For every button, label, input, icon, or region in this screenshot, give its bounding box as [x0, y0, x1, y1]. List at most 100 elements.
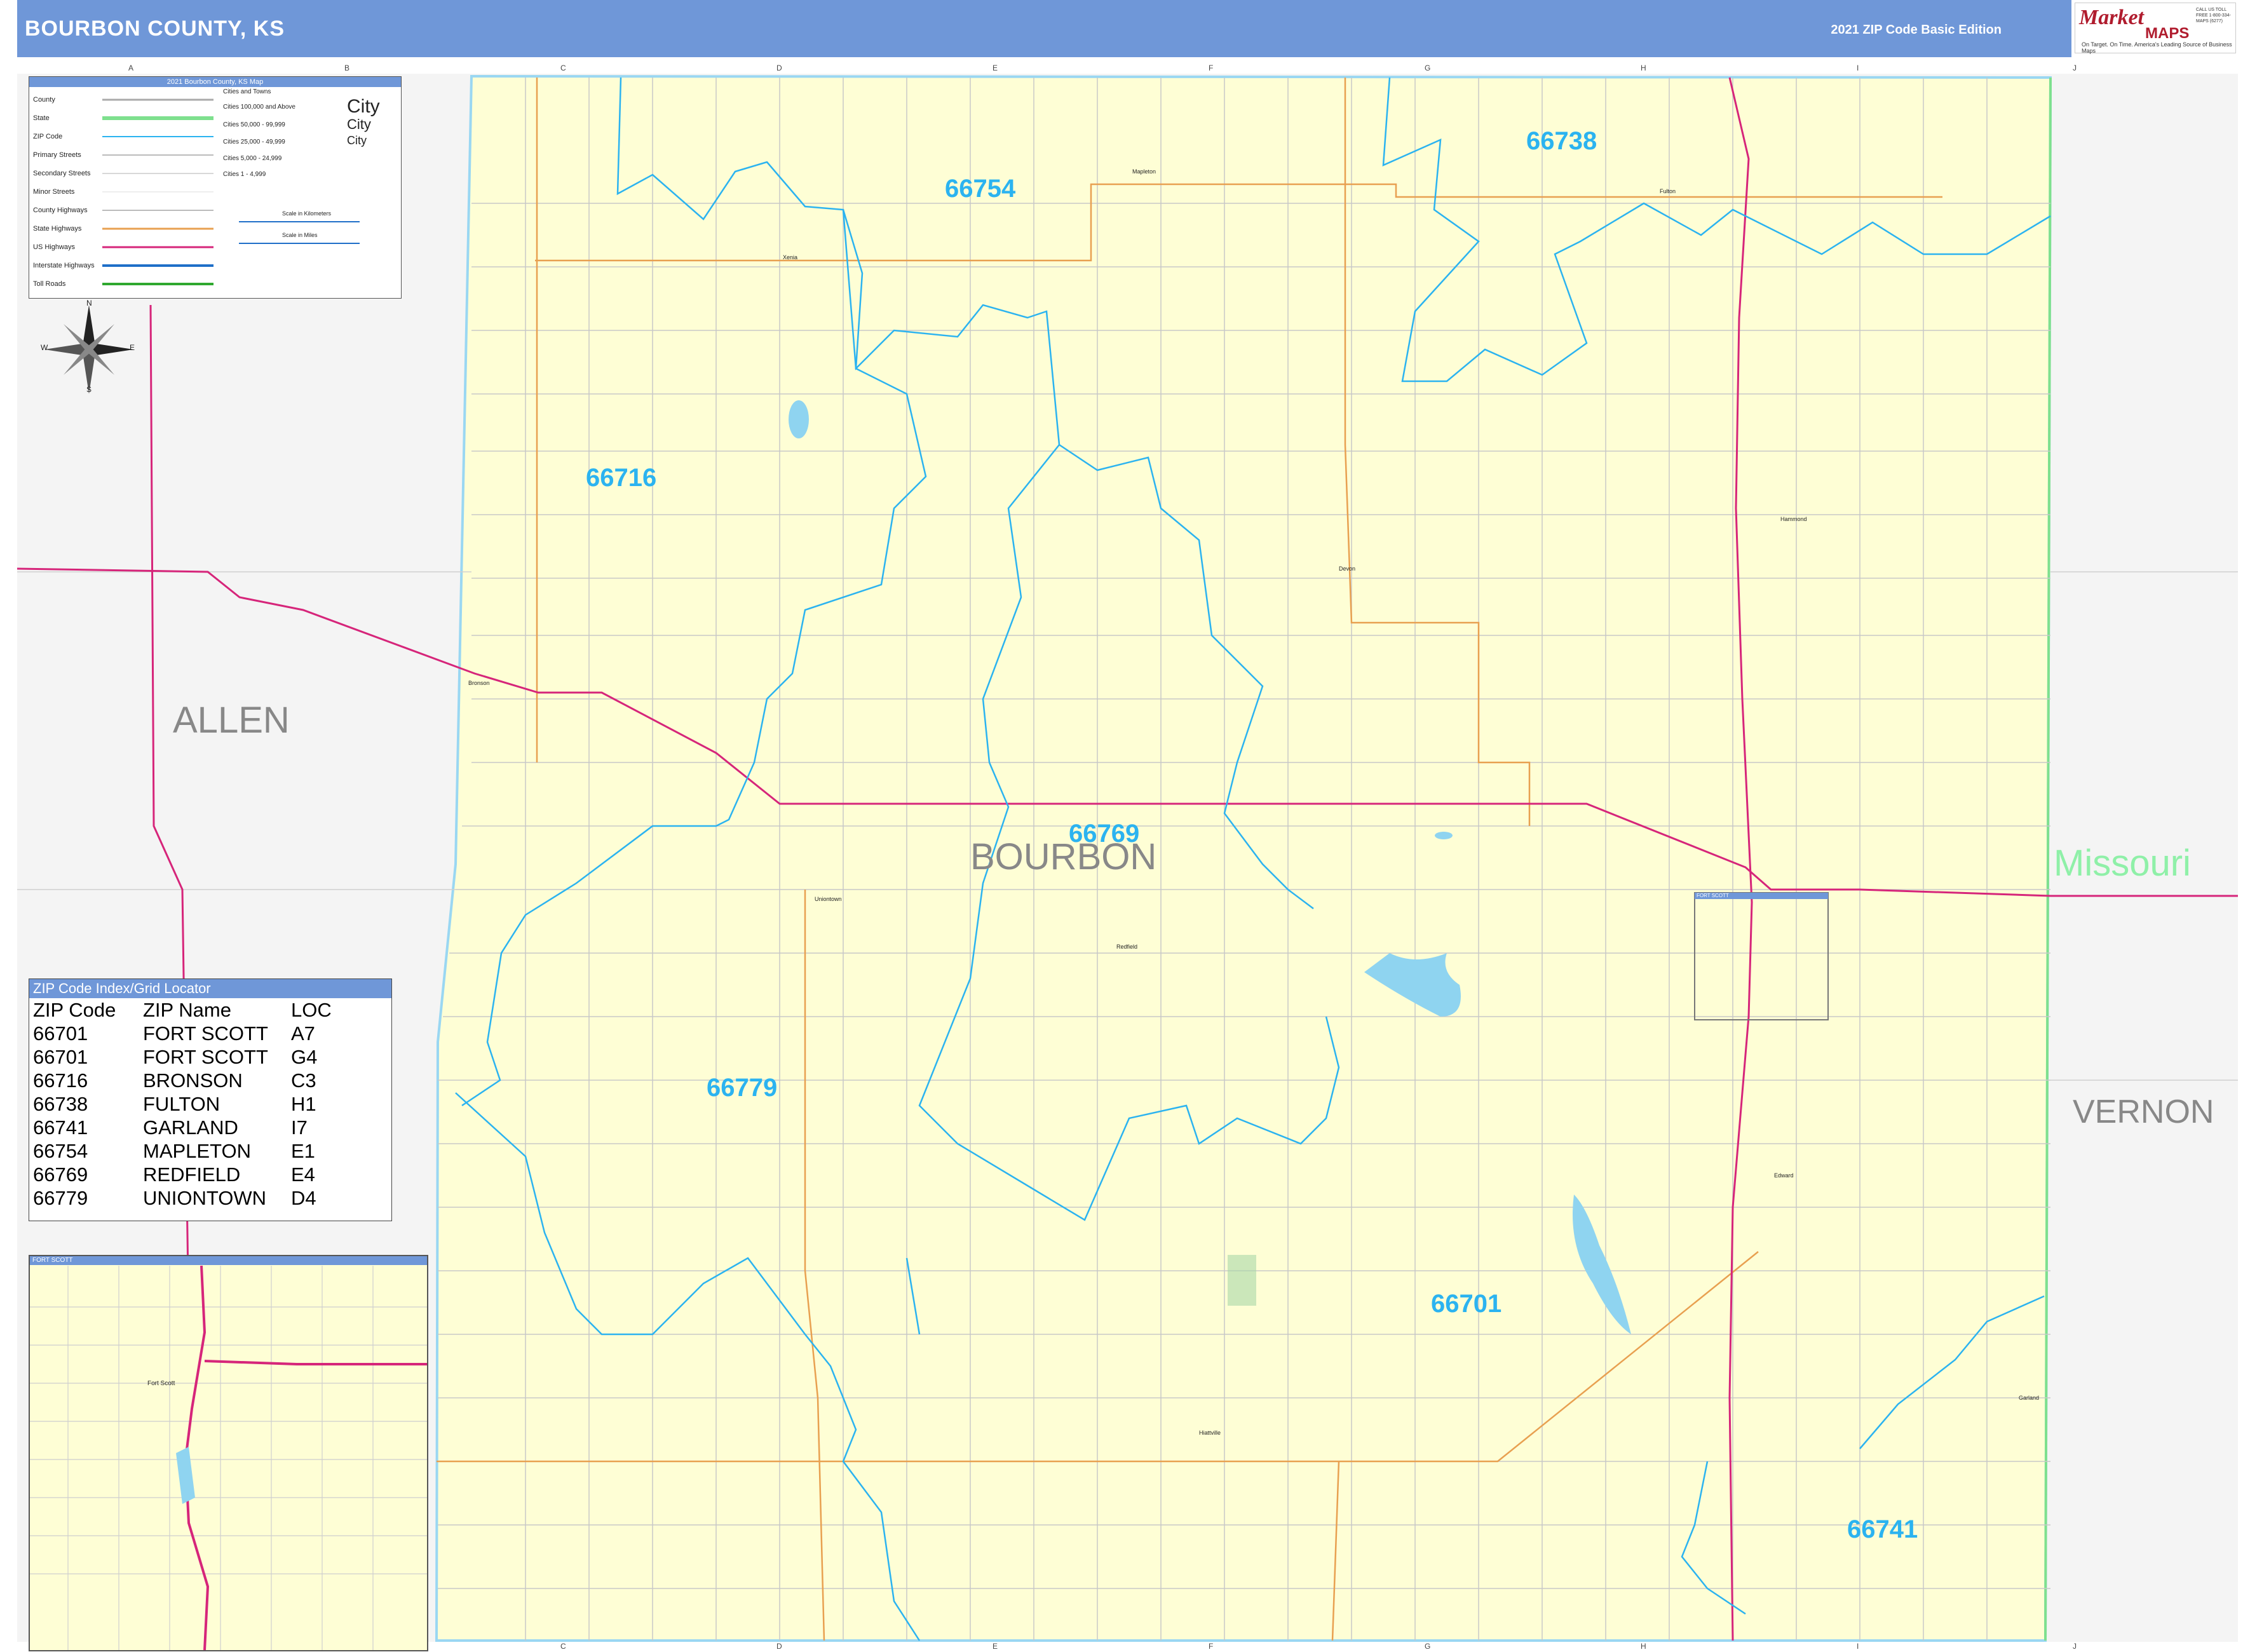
zip-code: 66769 — [33, 1163, 88, 1186]
zip-loc: C3 — [291, 1069, 316, 1092]
table-row: 66738 FULTON H1 — [30, 1092, 334, 1116]
grid-col-label: H — [1641, 64, 1646, 72]
table-row: 66779 UNIONTOWN D4 — [30, 1186, 334, 1210]
table-row: 66769 REDFIELD E4 — [30, 1163, 334, 1186]
grid-col-label: C — [560, 64, 566, 72]
town-devon: Devon — [1339, 565, 1356, 572]
grid-col-label: J — [2073, 64, 2077, 72]
zip-label-66769: 66769 — [1069, 820, 1140, 848]
zip-code: 66701 — [33, 1022, 88, 1045]
town-edward: Edward — [1774, 1172, 1794, 1179]
zip-label-66738: 66738 — [1526, 127, 1597, 155]
zip-code: 66738 — [33, 1093, 88, 1115]
legend-scale-mi: Scale in Miles — [282, 232, 318, 238]
zip-loc: E1 — [291, 1140, 315, 1162]
logo-tagline: On Target. On Time. America's Leading So… — [2082, 41, 2232, 54]
zip-loc: A7 — [291, 1022, 315, 1045]
zip-name: FORT SCOTT — [143, 1046, 268, 1068]
town-hiattville: Hiattville — [1199, 1430, 1221, 1436]
legend-cities-25k: Cities 25,000 - 49,999 — [223, 139, 285, 146]
fort-scott-inset-map: FORT SCOTT Fort Scott — [29, 1255, 428, 1651]
zip-label-66701: 66701 — [1431, 1290, 1502, 1318]
legend-scale-km: Scale in Kilometers — [282, 210, 332, 217]
zip-name: FORT SCOTT — [143, 1022, 268, 1045]
legend-cities-100k: Cities 100,000 and Above — [223, 104, 295, 111]
town-uniontown: Uniontown — [815, 896, 842, 902]
zip-name: BRONSON — [143, 1069, 243, 1092]
state-lake-park — [1228, 1255, 1256, 1306]
map-legend: 2021 Bourbon County, KS Map County State… — [29, 76, 402, 299]
table-row: 66701 FORT SCOTT G4 — [30, 1045, 334, 1069]
zip-col-code: ZIP Code — [33, 999, 116, 1021]
table-row: 66754 MAPLETON E1 — [30, 1139, 334, 1163]
zip-name: FULTON — [143, 1093, 220, 1115]
map-title: BOURBON COUNTY, KS — [25, 17, 285, 41]
inset-town-label: Fort Scott — [147, 1380, 175, 1387]
fort-scott-box-label: FORT SCOTT — [1697, 893, 1729, 898]
zip-name: GARLAND — [143, 1116, 238, 1139]
legend-cities-header: Cities and Towns — [223, 88, 271, 95]
zip-name: MAPLETON — [143, 1140, 251, 1162]
legend-cities-1: Cities 1 - 4,999 — [223, 171, 266, 178]
town-redfield: Redfield — [1116, 944, 1138, 950]
county-label-vernon: VERNON — [2073, 1093, 2214, 1130]
table-row: 66741 GARLAND I7 — [30, 1116, 334, 1139]
town-hammond: Hammond — [1780, 516, 1807, 522]
zip-col-name: ZIP Name — [143, 999, 231, 1021]
zip-label-66779: 66779 — [707, 1074, 778, 1102]
grid-col-label: B — [344, 64, 350, 72]
town-xenia: Xenia — [783, 254, 798, 261]
state-label-missouri: Missouri — [2054, 843, 2191, 884]
compass-s: S — [86, 385, 92, 394]
legend-cities-5k: Cities 5,000 - 24,999 — [223, 155, 282, 162]
legend-cities-50k: Cities 50,000 - 99,999 — [223, 121, 285, 128]
grid-col-label: F — [1209, 64, 1214, 72]
grid-col-label: D — [776, 1642, 782, 1651]
compass-w: W — [41, 343, 48, 352]
grid-col-label: G — [1425, 1642, 1431, 1651]
grid-col-label: C — [560, 1642, 566, 1651]
table-row: 66716 BRONSON C3 — [30, 1069, 334, 1092]
grid-col-label: D — [776, 64, 782, 72]
zip-col-loc: LOC — [291, 999, 332, 1021]
zip-loc: D4 — [291, 1187, 316, 1209]
inset-streets — [30, 1265, 427, 1650]
market-maps-logo: Market MAPS On Target. On Time. America'… — [2075, 3, 2236, 54]
legend-city-sample-small: City — [347, 134, 367, 147]
compass-n: N — [86, 299, 92, 308]
zip-loc: G4 — [291, 1046, 318, 1068]
zip-code: 66701 — [33, 1046, 88, 1068]
town-bronson: Bronson — [468, 680, 490, 686]
logo-brand-line1: Market — [2079, 6, 2144, 29]
zip-code: 66779 — [33, 1187, 88, 1209]
town-fulton: Fulton — [1660, 188, 1676, 194]
zip-label-66741: 66741 — [1847, 1515, 1918, 1543]
grid-col-label: F — [1209, 1642, 1214, 1651]
zip-name: REDFIELD — [143, 1163, 241, 1186]
grid-col-label: H — [1641, 1642, 1646, 1651]
zip-name: UNIONTOWN — [143, 1187, 267, 1209]
bourbon-county-area — [435, 74, 2052, 1642]
grid-col-label: I — [1857, 64, 1859, 72]
zip-code: 66716 — [33, 1069, 88, 1092]
zip-code: 66754 — [33, 1140, 88, 1162]
legend-city-sample-medium: City — [347, 116, 371, 132]
grid-col-label: J — [2073, 1642, 2077, 1651]
grid-col-label: I — [1857, 1642, 1859, 1651]
map-header: BOURBON COUNTY, KS 2021 ZIP Code Basic E… — [17, 0, 2071, 57]
grid-top: A B C D E F G H I J — [17, 64, 2238, 74]
zip-label-66716: 66716 — [586, 464, 657, 492]
zip-loc: E4 — [291, 1163, 315, 1186]
zip-code: 66741 — [33, 1116, 88, 1139]
town-garland: Garland — [2019, 1395, 2040, 1401]
town-mapleton: Mapleton — [1132, 168, 1156, 175]
edition-label: 2021 ZIP Code Basic Edition — [1831, 23, 2002, 37]
grid-col-label: G — [1425, 64, 1431, 72]
legend-samples — [102, 98, 360, 285]
logo-contact: CALL US TOLL FREE 1-800-334-MAPS (6277) — [2196, 8, 2231, 24]
zip-label-66754: 66754 — [945, 175, 1016, 203]
logo-brand-line2: MAPS — [2145, 25, 2190, 42]
zip-index-table: ZIP Code ZIP Name LOC 66701 FORT SCOTT A7 … — [30, 998, 334, 1210]
county-label-allen: ALLEN — [173, 700, 290, 741]
table-row: 66701 FORT SCOTT A7 — [30, 1022, 334, 1045]
